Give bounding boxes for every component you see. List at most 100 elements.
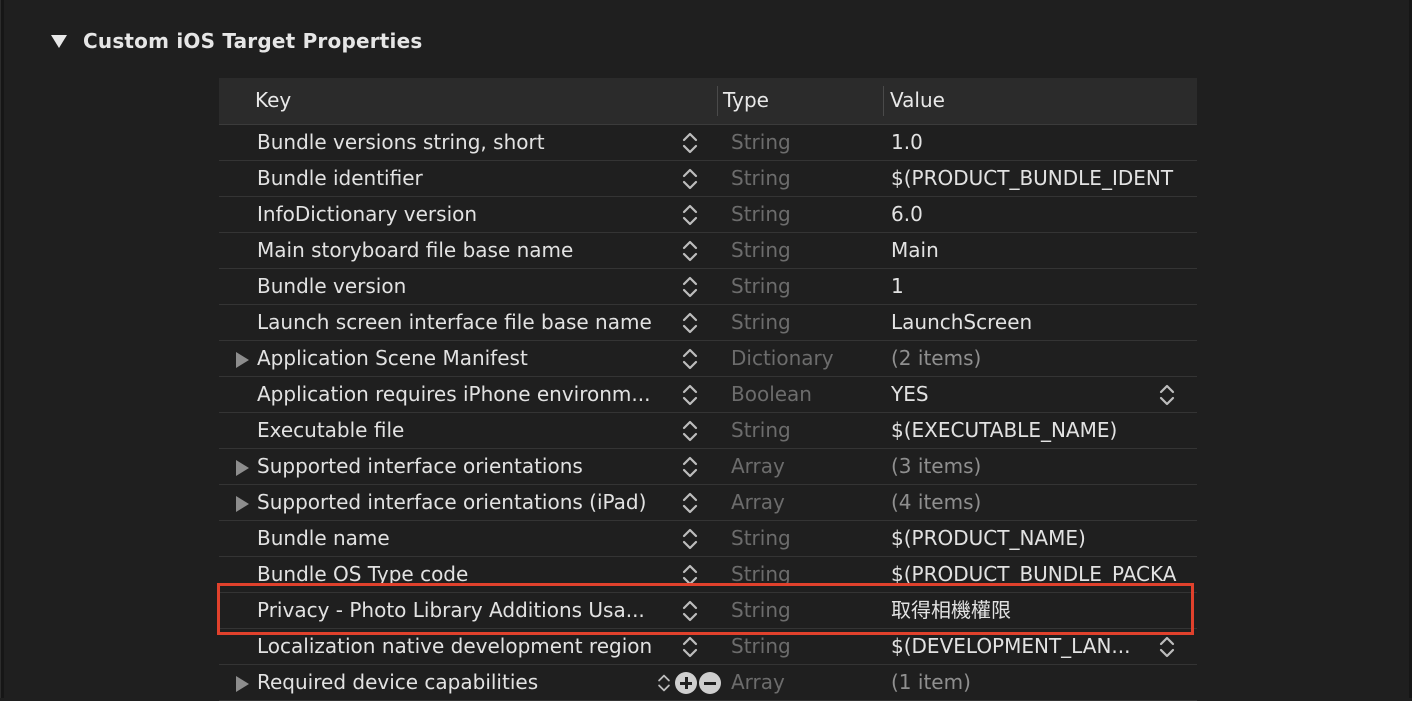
- row-key[interactable]: Localization native development region: [257, 629, 677, 665]
- row-type[interactable]: String: [731, 521, 791, 557]
- up-down-stepper-icon[interactable]: [679, 418, 701, 444]
- disclosure-right-icon[interactable]: [236, 460, 249, 476]
- table-body: Bundle versions string, short String 1.0 Bu…: [219, 125, 1197, 701]
- row-type[interactable]: Array: [731, 665, 785, 701]
- minus-circle-icon[interactable]: [699, 672, 721, 694]
- row-value[interactable]: $(PRODUCT_BUNDLE_PACKA: [891, 557, 1197, 593]
- table-row[interactable]: Application requires iPhone environm... B…: [219, 377, 1197, 413]
- table-row[interactable]: Application Scene Manifest Dictionary (2 i…: [219, 341, 1197, 377]
- row-value[interactable]: $(EXECUTABLE_NAME): [891, 413, 1197, 449]
- table-row[interactable]: InfoDictionary version String 6.0: [219, 197, 1197, 233]
- row-key[interactable]: Application Scene Manifest: [257, 341, 677, 377]
- disclosure-right-icon[interactable]: [236, 676, 249, 692]
- row-value[interactable]: (1 item): [891, 665, 1197, 701]
- up-down-stepper-icon[interactable]: [679, 634, 701, 660]
- row-type[interactable]: String: [731, 413, 791, 449]
- table-row[interactable]: Privacy - Photo Library Additions Usa...…: [219, 593, 1197, 629]
- disclosure-right-icon[interactable]: [236, 496, 249, 512]
- row-value[interactable]: (2 items): [891, 341, 1197, 377]
- row-type[interactable]: Boolean: [731, 377, 812, 413]
- table-row[interactable]: Bundle versions string, short String 1.0: [219, 125, 1197, 161]
- row-key[interactable]: Main storyboard file base name: [257, 233, 677, 269]
- table-row[interactable]: Bundle name String $(PRODUCT_NAME): [219, 521, 1197, 557]
- row-type[interactable]: String: [731, 557, 791, 593]
- up-down-stepper-icon[interactable]: [679, 130, 701, 156]
- row-key[interactable]: Executable file: [257, 413, 677, 449]
- row-key[interactable]: Launch screen interface file base name: [257, 305, 677, 341]
- row-key[interactable]: Application requires iPhone environm...: [257, 377, 677, 413]
- row-key[interactable]: Supported interface orientations (iPad): [257, 485, 677, 521]
- row-type[interactable]: String: [731, 305, 791, 341]
- up-down-stepper-icon[interactable]: [679, 274, 701, 300]
- row-key[interactable]: Bundle OS Type code: [257, 557, 677, 593]
- row-key[interactable]: Bundle version: [257, 269, 677, 305]
- table-row[interactable]: Bundle OS Type code String $(PRODUCT_BUNDL…: [219, 557, 1197, 593]
- row-key[interactable]: Supported interface orientations: [257, 449, 677, 485]
- row-key[interactable]: Bundle identifier: [257, 161, 677, 197]
- column-header-type[interactable]: Type: [723, 78, 769, 124]
- row-value[interactable]: (4 items): [891, 485, 1197, 521]
- row-key[interactable]: Privacy - Photo Library Additions Usa...: [257, 593, 677, 629]
- plist-table: Key Type Value Bundle versions string, s…: [219, 78, 1197, 701]
- row-type[interactable]: Array: [731, 485, 785, 521]
- row-type[interactable]: String: [731, 125, 791, 161]
- row-key[interactable]: Bundle versions string, short: [257, 125, 677, 161]
- plus-circle-icon[interactable]: [675, 672, 697, 694]
- row-value[interactable]: 1.0: [891, 125, 1197, 161]
- row-type[interactable]: String: [731, 593, 791, 629]
- row-type[interactable]: Dictionary: [731, 341, 834, 377]
- table-row[interactable]: Required device capabilities Array (1 item…: [219, 665, 1197, 701]
- column-header-value[interactable]: Value: [890, 78, 945, 124]
- table-row[interactable]: Localization native development region St…: [219, 629, 1197, 665]
- table-row[interactable]: Bundle version String 1: [219, 269, 1197, 305]
- row-value[interactable]: 取得相機權限: [891, 593, 1197, 629]
- row-value[interactable]: $(DEVELOPMENT_LAN...: [891, 629, 1197, 665]
- up-down-stepper-icon[interactable]: [1156, 634, 1178, 660]
- property-list-editor: Custom iOS Target Properties Key Type Va…: [0, 0, 1412, 701]
- up-down-stepper-icon[interactable]: [679, 382, 701, 408]
- up-down-stepper-icon[interactable]: [679, 202, 701, 228]
- section-title: Custom iOS Target Properties: [83, 29, 423, 53]
- column-divider[interactable]: [883, 86, 884, 116]
- up-down-stepper-icon[interactable]: [679, 346, 701, 372]
- disclosure-down-icon[interactable]: [51, 34, 67, 48]
- disclosure-right-icon[interactable]: [236, 352, 249, 368]
- table-row[interactable]: Supported interface orientations (iPad) A…: [219, 485, 1197, 521]
- row-type[interactable]: String: [731, 629, 791, 665]
- row-type[interactable]: Array: [731, 449, 785, 485]
- row-key[interactable]: Required device capabilities: [257, 665, 677, 701]
- up-down-stepper-icon[interactable]: [679, 454, 701, 480]
- row-value[interactable]: (3 items): [891, 449, 1197, 485]
- row-type[interactable]: String: [731, 197, 791, 233]
- row-type[interactable]: String: [731, 161, 791, 197]
- row-key[interactable]: Bundle name: [257, 521, 677, 557]
- table-row[interactable]: Bundle identifier String $(PRODUCT_BUNDLE_…: [219, 161, 1197, 197]
- row-value[interactable]: $(PRODUCT_BUNDLE_IDENT: [891, 161, 1197, 197]
- table-row[interactable]: Launch screen interface file base name St…: [219, 305, 1197, 341]
- up-down-stepper-icon[interactable]: [679, 598, 701, 624]
- up-down-stepper-icon[interactable]: [679, 310, 701, 336]
- up-down-stepper-icon[interactable]: [655, 670, 673, 696]
- row-value[interactable]: Main: [891, 233, 1197, 269]
- section-header[interactable]: Custom iOS Target Properties: [51, 26, 422, 56]
- row-type[interactable]: String: [731, 233, 791, 269]
- column-divider[interactable]: [717, 86, 718, 116]
- table-row[interactable]: Supported interface orientations Array (3 …: [219, 449, 1197, 485]
- row-value[interactable]: 1: [891, 269, 1197, 305]
- up-down-stepper-icon[interactable]: [679, 562, 701, 588]
- up-down-stepper-icon[interactable]: [679, 490, 701, 516]
- row-value[interactable]: 6.0: [891, 197, 1197, 233]
- up-down-stepper-icon[interactable]: [679, 166, 701, 192]
- row-value[interactable]: YES: [891, 377, 1197, 413]
- row-type[interactable]: String: [731, 269, 791, 305]
- row-key[interactable]: InfoDictionary version: [257, 197, 677, 233]
- table-row[interactable]: Main storyboard file base name String Main: [219, 233, 1197, 269]
- table-row[interactable]: Executable file String $(EXECUTABLE_NAME): [219, 413, 1197, 449]
- up-down-stepper-icon[interactable]: [1156, 382, 1178, 408]
- up-down-stepper-icon[interactable]: [679, 238, 701, 264]
- row-value[interactable]: LaunchScreen: [891, 305, 1197, 341]
- up-down-stepper-icon[interactable]: [679, 526, 701, 552]
- row-value[interactable]: $(PRODUCT_NAME): [891, 521, 1197, 557]
- column-header-key[interactable]: Key: [255, 78, 291, 124]
- window-left-edge: [1, 0, 4, 698]
